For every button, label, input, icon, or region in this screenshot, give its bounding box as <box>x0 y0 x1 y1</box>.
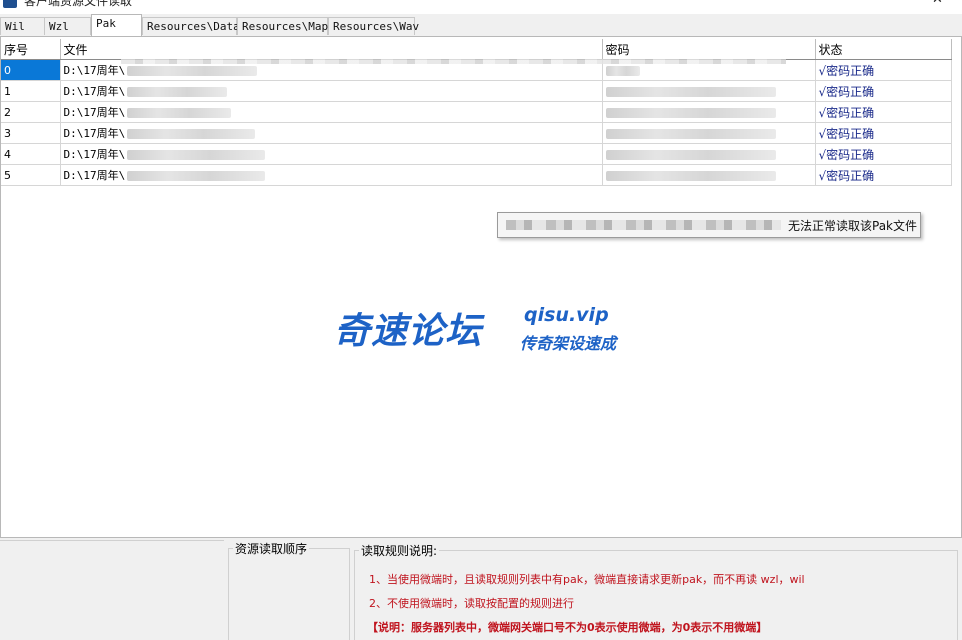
resource-order-group: 资源读取顺序 <box>228 540 350 640</box>
row-file: D:\17周年\ <box>60 143 603 165</box>
window-title: 客户端资源文件读取 <box>24 0 133 8</box>
table-header-row: 序号 文件 密码 状态 <box>1 39 952 60</box>
row-index: 4 <box>1 143 61 165</box>
tab-resources-data[interactable]: Resources\Data <box>142 17 240 35</box>
rule-1-text: 1、当使用微端时，且读取规则列表中有pak，微端直接请求更新pak，而不再读 w… <box>369 573 805 586</box>
minimize-icon[interactable]: — <box>885 0 898 7</box>
tab-resources-map[interactable]: Resources\Map <box>237 17 328 35</box>
tab-wil[interactable]: Wil <box>0 17 45 35</box>
row-status: √密码正确 <box>815 101 952 123</box>
row-file: D:\17周年\ <box>60 80 603 102</box>
row-file: D:\17周年\ <box>60 164 603 186</box>
row-status: √密码正确 <box>815 164 952 186</box>
row-file: D:\17周年\ <box>60 122 603 144</box>
row-password <box>602 164 816 186</box>
table-row[interactable]: 1 D:\17周年\ √密码正确 <box>1 80 952 102</box>
tab-pak[interactable]: Pak <box>91 14 142 36</box>
watermark-url: qisu.vip <box>524 304 609 326</box>
tooltip-text: 无法正常读取该Pak文件 <box>788 219 918 233</box>
row-status: √密码正确 <box>815 143 952 165</box>
table-row[interactable]: 2 D:\17周年\ √密码正确 <box>1 101 952 123</box>
watermark-logo: 奇速论坛 qisu.vip 传奇架设速成 <box>334 302 634 358</box>
title-bar: 客户端资源文件读取 — ✕ <box>0 0 962 14</box>
redaction-overlay <box>506 220 781 230</box>
row-file: D:\17周年\ <box>60 101 603 123</box>
read-rules-title: 读取规则说明: <box>359 542 440 559</box>
row-index: 3 <box>1 122 61 144</box>
row-password <box>602 143 816 165</box>
read-rules-group: 读取规则说明: 1、当使用微端时，且读取规则列表中有pak，微端直接请求更新pa… <box>354 542 958 640</box>
rule-2-text: 2、不使用微端时，读取按配置的规则进行 <box>369 597 574 610</box>
table-row[interactable]: 4 D:\17周年\ √密码正确 <box>1 143 952 165</box>
app-icon <box>3 0 17 8</box>
column-header-status[interactable]: 状态 <box>815 39 952 60</box>
row-index: 2 <box>1 101 61 123</box>
resource-order-title: 资源读取顺序 <box>233 540 310 557</box>
row-password <box>602 122 816 144</box>
tab-wzl[interactable]: Wzl <box>44 17 91 35</box>
row-index: 1 <box>1 80 61 102</box>
table-row[interactable]: 5 D:\17周年\ √密码正确 <box>1 164 952 186</box>
redaction-overlay <box>121 59 786 64</box>
row-password <box>602 101 816 123</box>
row-status: √密码正确 <box>815 80 952 102</box>
pak-list-panel: 序号 文件 密码 状态 0 D:\17周年\ √密码正确 1 D:\17周年\ … <box>0 36 962 538</box>
column-header-password[interactable]: 密码 <box>602 39 816 60</box>
watermark-title: 奇速论坛 <box>334 311 483 352</box>
column-header-index[interactable]: 序号 <box>1 39 61 60</box>
row-index: 5 <box>1 164 61 186</box>
tab-resources-wav[interactable]: Resources\Wav <box>328 17 419 35</box>
watermark-subtitle: 传奇架设速成 <box>520 334 617 353</box>
table-row[interactable]: 3 D:\17周年\ √密码正确 <box>1 122 952 144</box>
row-index: 0 <box>1 59 61 81</box>
row-status: √密码正确 <box>815 122 952 144</box>
error-tooltip: 无法正常读取该Pak文件 <box>497 212 921 238</box>
close-icon[interactable]: ✕ <box>932 0 943 7</box>
row-status: √密码正确 <box>815 59 952 81</box>
column-header-file[interactable]: 文件 <box>60 39 603 60</box>
bottom-left-panel <box>0 540 224 640</box>
row-password <box>602 80 816 102</box>
rule-note-text: 【说明：服务器列表中，微端网关端口号不为0表示使用微端，为0表示不用微端】 <box>367 621 768 634</box>
tab-strip: Wil Wzl Pak Resources\Data Resources\Map… <box>0 14 962 36</box>
